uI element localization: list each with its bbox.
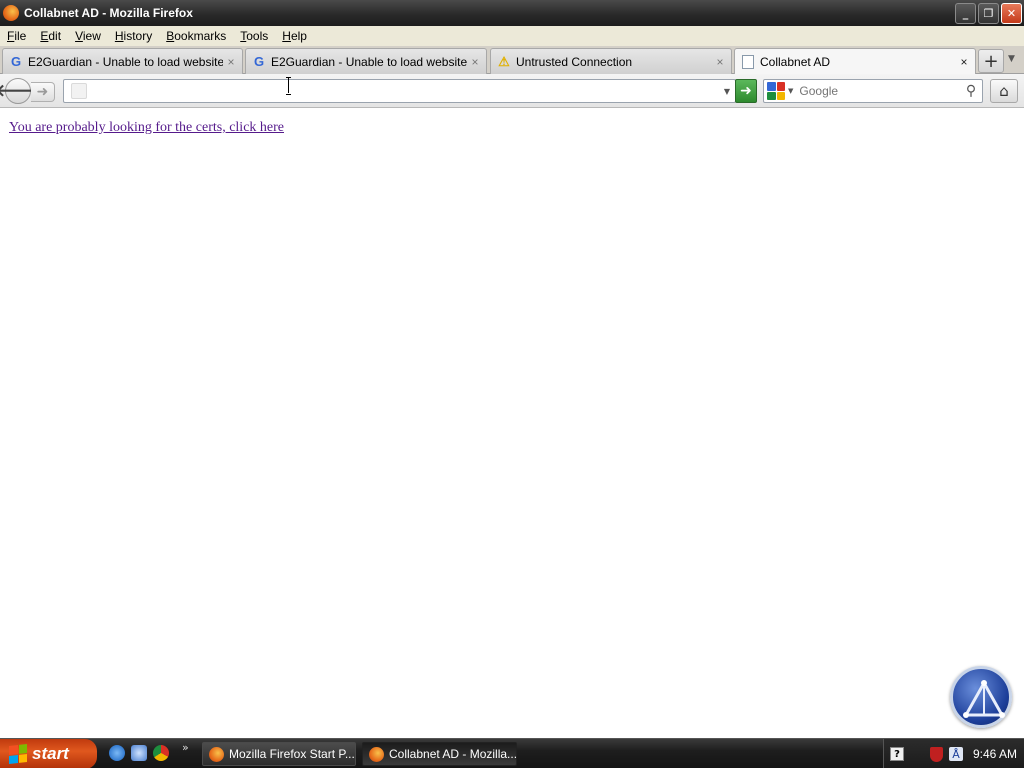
menu-history[interactable]: History <box>108 29 159 43</box>
url-input[interactable] <box>96 81 719 101</box>
menu-label: dit <box>48 29 62 43</box>
menu-label: istory <box>123 29 153 43</box>
task-label: Mozilla Firefox Start P... <box>229 747 355 761</box>
system-tray: ? Å 9:46 AM <box>883 739 1024 768</box>
tab-close-icon[interactable]: × <box>956 55 972 69</box>
triangle-network-icon <box>963 679 1005 718</box>
clock[interactable]: 9:46 AM <box>973 747 1017 761</box>
warning-icon: ⚠ <box>498 53 510 69</box>
menu-accel: V <box>75 29 83 43</box>
quicklaunch-more-icon[interactable]: » <box>182 741 189 754</box>
tab-untrusted-connection[interactable]: ⚠ Untrusted Connection × <box>490 48 732 74</box>
tab-label: Untrusted Connection <box>516 54 633 69</box>
window-titlebar[interactable]: Collabnet AD - Mozilla Firefox _ ❐ ✕ <box>0 0 1024 26</box>
engine-quad <box>767 91 776 100</box>
tab-e2guardian-2[interactable]: G E2Guardian - Unable to load website × <box>245 48 487 74</box>
text-cursor-icon <box>285 77 293 95</box>
show-desktop-icon[interactable] <box>131 745 147 761</box>
security-shield-icon[interactable] <box>930 746 943 762</box>
navigation-toolbar: 🡐 ➜ ▼ ➜ ▼ ⚲ ⌂ <box>0 74 1024 108</box>
taskbar-button-collabnet[interactable]: Collabnet AD - Mozilla... <box>362 742 517 766</box>
google-engine-icon[interactable] <box>767 82 785 100</box>
start-label: start <box>32 744 69 763</box>
menu-accel: H <box>282 29 291 43</box>
google-favicon-icon: G <box>10 54 22 69</box>
menu-view[interactable]: View <box>68 29 108 43</box>
search-icon[interactable]: ⚲ <box>960 83 982 99</box>
internet-explorer-icon[interactable] <box>109 745 125 761</box>
firefox-icon <box>209 746 224 762</box>
site-identity-icon[interactable] <box>71 83 87 99</box>
logo-quad <box>9 745 18 755</box>
tab-close-icon[interactable]: × <box>467 55 483 69</box>
google-favicon-icon: G <box>253 54 265 69</box>
blank-page-icon <box>742 55 754 69</box>
restore-button[interactable]: ❐ <box>978 3 999 24</box>
menu-label: ools <box>246 29 269 43</box>
tab-e2guardian-1[interactable]: G E2Guardian - Unable to load website × <box>2 48 243 74</box>
window-title: Collabnet AD - Mozilla Firefox <box>24 6 193 20</box>
url-history-dropdown-icon[interactable]: ▼ <box>719 87 735 96</box>
start-button[interactable]: start <box>0 739 97 768</box>
menu-bar: File Edit View History Bookmarks Tools H… <box>0 26 1024 46</box>
chrome-icon[interactable] <box>153 745 169 761</box>
tab-label: E2Guardian - Unable to load website <box>28 54 223 69</box>
firefox-icon <box>369 746 384 762</box>
forward-button[interactable]: ➜ <box>31 82 55 102</box>
help-icon[interactable]: ? <box>890 747 904 761</box>
tab-label: E2Guardian - Unable to load website <box>271 54 467 69</box>
close-button[interactable]: ✕ <box>1001 3 1022 24</box>
engine-dropdown-icon[interactable]: ▼ <box>788 87 793 95</box>
taskbar-button-firefox-start[interactable]: Mozilla Firefox Start P... <box>202 742 356 766</box>
home-button[interactable]: ⌂ <box>990 79 1018 103</box>
engine-quad <box>776 82 785 91</box>
taskbar: start » Mozilla Firefox Start P... Colla… <box>0 738 1024 768</box>
network-app-tray-icon[interactable]: Å <box>949 747 963 761</box>
back-button[interactable]: 🡐 <box>0 78 41 104</box>
search-input[interactable] <box>799 84 960 98</box>
menu-tools[interactable]: Tools <box>233 29 275 43</box>
tab-close-icon[interactable]: × <box>223 55 239 69</box>
tab-label: Collabnet AD <box>760 55 831 69</box>
tab-close-icon[interactable]: × <box>712 55 728 69</box>
tab-strip: G E2Guardian - Unable to load website × … <box>0 46 1024 75</box>
firefox-icon[interactable] <box>3 5 19 21</box>
url-bar[interactable]: ▼ <box>63 79 736 103</box>
menu-label: ile <box>14 29 27 43</box>
go-button[interactable]: ➜ <box>735 79 757 103</box>
network-app-badge-icon[interactable] <box>950 666 1012 728</box>
certs-link[interactable]: You are probably looking for the certs, … <box>9 120 284 136</box>
minimize-button[interactable]: _ <box>955 3 976 24</box>
logo-quad <box>18 744 27 754</box>
new-tab-button[interactable]: + <box>978 49 1004 73</box>
menu-accel: H <box>114 29 124 43</box>
menu-file[interactable]: File <box>0 29 33 43</box>
menu-bookmarks[interactable]: Bookmarks <box>159 29 233 43</box>
task-label: Collabnet AD - Mozilla... <box>389 747 517 761</box>
tab-collabnet-ad[interactable]: Collabnet AD × <box>734 48 976 75</box>
page-content: You are probably looking for the certs, … <box>0 109 1024 738</box>
menu-edit[interactable]: Edit <box>33 29 68 43</box>
windows-logo-icon <box>9 744 27 764</box>
logo-quad <box>18 753 27 763</box>
engine-quad <box>776 91 785 100</box>
tab-list-dropdown-icon[interactable]: ▼ <box>1008 54 1015 64</box>
search-bar[interactable]: ▼ ⚲ <box>763 79 983 103</box>
menu-help[interactable]: Help <box>275 29 314 43</box>
menu-label: elp <box>290 29 307 43</box>
engine-quad <box>767 82 776 91</box>
menu-label: ookmarks <box>174 29 227 43</box>
logo-quad <box>9 754 18 764</box>
menu-label: iew <box>82 29 101 43</box>
